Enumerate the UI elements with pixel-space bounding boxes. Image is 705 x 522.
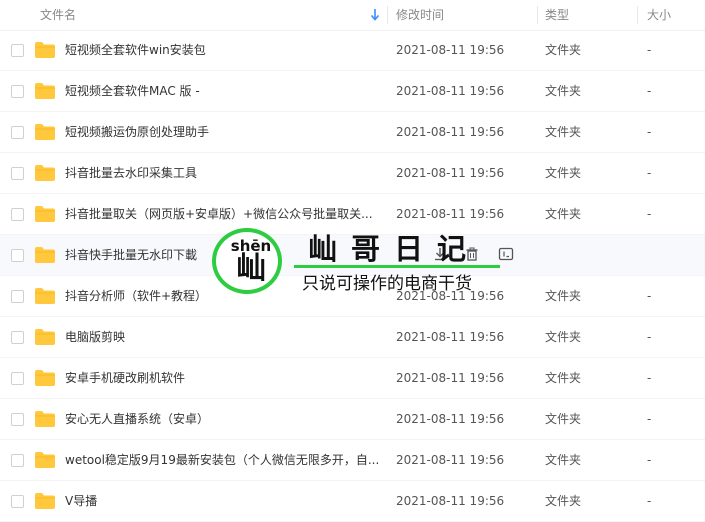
file-name[interactable]: V导播: [65, 481, 97, 521]
folder-icon: [35, 124, 55, 140]
file-size: -: [647, 207, 652, 221]
folder-icon: [35, 206, 55, 222]
file-name[interactable]: 安心无人直播系统（安卓）: [65, 399, 209, 439]
folder-icon: [35, 288, 55, 304]
file-size: -: [647, 330, 652, 344]
watermark-title: 屾哥日记: [308, 232, 481, 266]
file-row[interactable]: 短视频搬运伪原创处理助手 2021-08-11 19:56 文件夹 -: [0, 112, 705, 153]
file-type: 文件夹: [545, 43, 582, 57]
watermark-badge: shēn 屾: [212, 228, 282, 294]
file-size: -: [647, 166, 652, 180]
file-size: -: [647, 453, 652, 467]
file-row[interactable]: 安心无人直播系统（安卓） 2021-08-11 19:56 文件夹 -: [0, 399, 705, 440]
column-divider[interactable]: [637, 6, 638, 24]
file-row[interactable]: 安卓手机硬改刷机软件 2021-08-11 19:56 文件夹 -: [0, 358, 705, 399]
file-type: 文件夹: [545, 330, 582, 344]
folder-icon: [35, 247, 55, 263]
file-size: -: [647, 494, 652, 508]
file-modified-date: 2021-08-11 19:56: [396, 43, 505, 57]
file-type: 文件夹: [545, 371, 582, 385]
row-checkbox[interactable]: [11, 454, 24, 467]
file-row[interactable]: wetool稳定版9月19最新安装包（个人微信无限多开，自... 2021-08…: [0, 440, 705, 481]
file-type: 文件夹: [545, 125, 582, 139]
file-row[interactable]: 短视频全套软件MAC 版 - 2021-08-11 19:56 文件夹 -: [0, 71, 705, 112]
folder-icon: [35, 329, 55, 345]
row-checkbox[interactable]: [11, 413, 24, 426]
folder-icon: [35, 493, 55, 509]
file-list-header: 文件名 修改时间 类型 大小: [0, 0, 705, 31]
file-row[interactable]: 抖音批量去水印采集工具 2021-08-11 19:56 文件夹 -: [0, 153, 705, 194]
watermark-logo: shēn 屾 屾哥日记 只说可操作的电商干货: [212, 228, 502, 298]
file-modified-date: 2021-08-11 19:56: [396, 84, 505, 98]
file-type: 文件夹: [545, 289, 582, 303]
column-divider[interactable]: [537, 6, 538, 24]
file-size: -: [647, 43, 652, 57]
file-size: -: [647, 125, 652, 139]
row-checkbox[interactable]: [11, 495, 24, 508]
row-checkbox[interactable]: [11, 208, 24, 221]
file-modified-date: 2021-08-11 19:56: [396, 412, 505, 426]
file-size: -: [647, 289, 652, 303]
file-size: -: [647, 84, 652, 98]
row-checkbox[interactable]: [11, 331, 24, 344]
watermark-char: 屾: [236, 251, 266, 286]
folder-icon: [35, 165, 55, 181]
row-checkbox[interactable]: [11, 126, 24, 139]
file-name[interactable]: 抖音分析师（软件+教程）: [65, 276, 207, 316]
file-type: 文件夹: [545, 453, 582, 467]
file-modified-date: 2021-08-11 19:56: [396, 453, 505, 467]
file-type: 文件夹: [545, 412, 582, 426]
folder-icon: [35, 411, 55, 427]
file-size: -: [647, 371, 652, 385]
file-type: 文件夹: [545, 166, 582, 180]
file-size: -: [647, 412, 652, 426]
file-type: 文件夹: [545, 84, 582, 98]
file-name[interactable]: 短视频全套软件win安装包: [65, 30, 206, 70]
folder-icon: [35, 370, 55, 386]
row-checkbox[interactable]: [11, 290, 24, 303]
column-header-size[interactable]: 大小: [647, 0, 671, 30]
column-header-modified[interactable]: 修改时间: [396, 0, 444, 30]
file-name[interactable]: 抖音快手批量无水印下載: [65, 235, 197, 275]
file-modified-date: 2021-08-11 19:56: [396, 125, 505, 139]
file-name[interactable]: 短视频全套软件MAC 版 -: [65, 71, 200, 111]
sort-down-arrow-icon[interactable]: [370, 8, 380, 22]
file-modified-date: 2021-08-11 19:56: [396, 330, 505, 344]
file-name[interactable]: wetool稳定版9月19最新安装包（个人微信无限多开，自...: [65, 440, 379, 480]
file-type: 文件夹: [545, 207, 582, 221]
file-row[interactable]: 短视频全套软件win安装包 2021-08-11 19:56 文件夹 -: [0, 30, 705, 71]
row-checkbox[interactable]: [11, 249, 24, 262]
column-divider[interactable]: [387, 6, 388, 24]
file-name[interactable]: 安卓手机硬改刷机软件: [65, 358, 185, 398]
file-row[interactable]: 电脑版剪映 2021-08-11 19:56 文件夹 -: [0, 317, 705, 358]
file-name[interactable]: 电脑版剪映: [65, 317, 125, 357]
file-modified-date: 2021-08-11 19:56: [396, 494, 505, 508]
folder-icon: [35, 42, 55, 58]
row-checkbox[interactable]: [11, 372, 24, 385]
column-header-name[interactable]: 文件名: [40, 0, 76, 30]
folder-icon: [35, 452, 55, 468]
file-name[interactable]: 抖音批量去水印采集工具: [65, 153, 197, 193]
watermark-subtitle: 只说可操作的电商干货: [302, 274, 472, 294]
column-header-type[interactable]: 类型: [545, 0, 569, 30]
row-checkbox[interactable]: [11, 167, 24, 180]
file-name[interactable]: 短视频搬运伪原创处理助手: [65, 112, 209, 152]
row-checkbox[interactable]: [11, 44, 24, 57]
watermark-underline: [294, 265, 500, 268]
file-modified-date: 2021-08-11 19:56: [396, 166, 505, 180]
file-row[interactable]: V导播 2021-08-11 19:56 文件夹 -: [0, 481, 705, 522]
file-type: 文件夹: [545, 494, 582, 508]
row-checkbox[interactable]: [11, 85, 24, 98]
folder-icon: [35, 83, 55, 99]
file-modified-date: 2021-08-11 19:56: [396, 371, 505, 385]
